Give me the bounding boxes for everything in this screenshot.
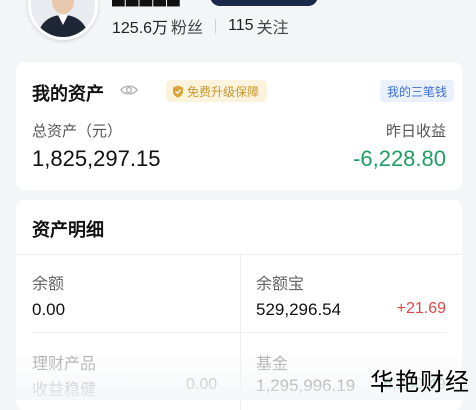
yuebao-delta: +21.69	[396, 300, 446, 317]
fans-label[interactable]: 粉丝	[171, 14, 203, 38]
total-assets-value: 1,825,297.15	[32, 146, 161, 171]
balance-value[interactable]: 0.00	[32, 300, 65, 320]
three-money-button[interactable]: 我的三笔钱	[379, 80, 454, 102]
follow-stats: 125.6万 粉丝 115 关注	[112, 14, 289, 38]
username: ▄▄▄▄▄	[112, 0, 181, 6]
yesterday-earnings-value: -6,228.80	[353, 146, 446, 171]
fund-value[interactable]: 1,295,996.19	[256, 376, 355, 396]
asset-details-title: 资产明细	[32, 220, 104, 240]
follow-count[interactable]: 115	[228, 17, 254, 35]
upgrade-badge-label: 免费升级保障	[187, 84, 260, 99]
eye-icon[interactable]	[120, 83, 138, 97]
wealth-products-sublabel: 收益稳健	[32, 382, 97, 399]
wealth-products-value: 0.00	[186, 376, 218, 393]
balance-label[interactable]: 余额	[32, 270, 64, 294]
divider	[32, 332, 446, 333]
total-assets-label: 总资产（元）	[32, 123, 123, 140]
watermark: 华艳财经	[370, 369, 470, 396]
fans-count[interactable]: 125.6万	[112, 14, 168, 38]
profile-header: ▄▄▄▄▄ 125.6万 粉丝 115 关注	[0, 0, 476, 60]
avatar-image	[31, 0, 95, 37]
yuebao-label[interactable]: 余额宝	[256, 270, 304, 294]
yuebao-value[interactable]: 529,296.54	[256, 300, 341, 320]
shield-icon	[173, 85, 183, 97]
fund-label[interactable]: 基金	[256, 350, 288, 374]
follow-label[interactable]: 关注	[257, 14, 289, 38]
username-text: ▄▄▄▄▄	[112, 0, 181, 6]
wealth-products-label[interactable]: 理财产品	[32, 350, 96, 374]
user-badge[interactable]	[210, 0, 318, 6]
divider	[16, 254, 462, 255]
upgrade-protection-badge[interactable]: 免费升级保障	[166, 80, 268, 102]
my-assets-card[interactable]: 我的资产 免费升级保障 我的三笔钱 总资产（元） 1,825,297.15 昨日…	[16, 62, 462, 190]
stats-divider	[215, 19, 217, 33]
yesterday-earnings-label: 昨日收益	[385, 123, 446, 140]
avatar[interactable]	[28, 0, 98, 40]
assets-title: 我的资产	[32, 84, 104, 104]
